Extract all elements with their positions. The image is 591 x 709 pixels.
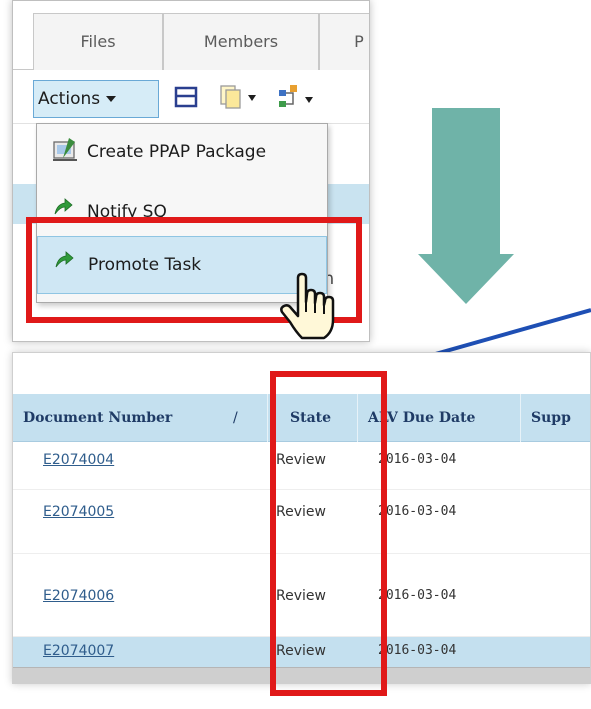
column-header-supplier[interactable]: Supp [521, 394, 590, 442]
tab-truncated[interactable]: P [319, 13, 369, 70]
due-date-cell: 2016-03-04 [378, 452, 457, 467]
toolbar: Actions [13, 70, 369, 124]
due-date-cell: 2016-03-04 [378, 643, 457, 658]
document-number-link[interactable]: E2074007 [43, 643, 114, 659]
menu-item-create-ppap-package[interactable]: Create PPAP Package [37, 126, 327, 180]
chevron-down-icon [106, 96, 117, 102]
ppap-package-icon [53, 138, 77, 161]
window-icon[interactable] [173, 84, 201, 110]
sort-indicator-icon: / [233, 410, 238, 426]
down-arrow-icon [418, 108, 514, 304]
column-header-document-number[interactable]: Document Number / [13, 394, 268, 442]
tab-members[interactable]: Members [163, 13, 319, 70]
tab-files[interactable]: Files [33, 13, 163, 70]
copy-document-icon[interactable] [217, 84, 261, 110]
due-date-cell: 2016-03-04 [378, 504, 457, 519]
due-date-cell: 2016-03-04 [378, 588, 457, 603]
state-column-highlight-box [270, 371, 387, 696]
actions-button-label: Actions [38, 89, 101, 109]
actions-button[interactable]: Actions [33, 80, 159, 118]
tab-bar: Files Members P [13, 1, 369, 70]
document-number-link[interactable]: E2074005 [43, 504, 114, 520]
menu-item-label: Create PPAP Package [87, 142, 267, 162]
hand-pointer-cursor-icon [280, 272, 335, 340]
document-number-link[interactable]: E2074006 [43, 588, 114, 604]
relations-icon[interactable] [275, 84, 315, 112]
document-number-link[interactable]: E2074004 [43, 452, 114, 468]
